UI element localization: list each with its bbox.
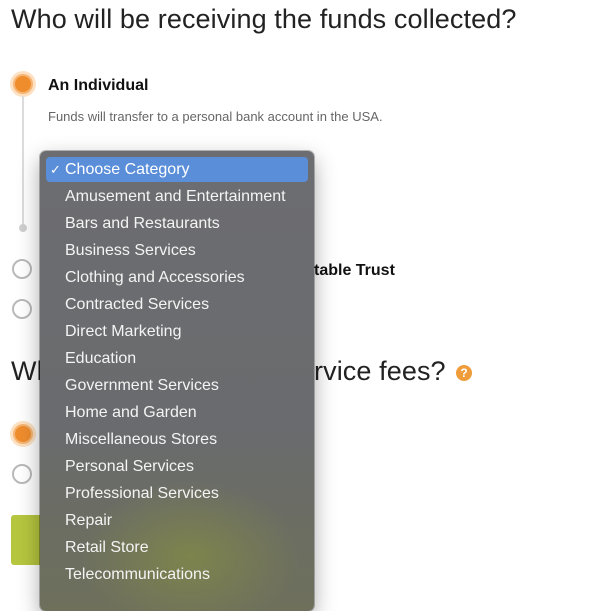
checkmark-icon: ✓ [50, 162, 61, 177]
dropdown-option[interactable]: Amusement and Entertainment [46, 184, 308, 209]
option-connector-line [22, 96, 24, 226]
option-individual-description: Funds will transfer to a personal bank a… [48, 109, 383, 124]
fees-heading-end: rvice fees? [314, 356, 446, 386]
funds-recipient-heading: Who will be receiving the funds collecte… [11, 4, 517, 34]
question-mark-icon[interactable]: ? [456, 365, 472, 381]
radio-fee-option-one[interactable] [13, 424, 33, 444]
radio-charitable-trust[interactable] [12, 259, 32, 279]
dropdown-option[interactable]: Bars and Restaurants [46, 211, 308, 236]
dropdown-option[interactable]: Telecommunications [46, 562, 308, 587]
option-charitable-trust-label: table Trust [314, 262, 395, 279]
dropdown-option[interactable]: Contracted Services [46, 292, 308, 317]
dropdown-option[interactable]: Repair [46, 508, 308, 533]
category-dropdown-menu[interactable]: ✓ Choose Category Amusement and Entertai… [40, 151, 314, 611]
dropdown-option[interactable]: Business Services [46, 238, 308, 263]
dropdown-option-choose-category[interactable]: ✓ Choose Category [46, 157, 308, 182]
dropdown-option[interactable]: Personal Services [46, 454, 308, 479]
dropdown-option[interactable]: Government Services [46, 373, 308, 398]
radio-option-three[interactable] [12, 299, 32, 319]
option-connector-dot [19, 224, 27, 232]
radio-individual[interactable] [13, 74, 33, 94]
dropdown-option[interactable]: Education [46, 346, 308, 371]
dropdown-option[interactable]: Retail Store [46, 535, 308, 560]
dropdown-option-label: Choose Category [65, 161, 190, 178]
dropdown-option[interactable]: Direct Marketing [46, 319, 308, 344]
dropdown-option[interactable]: Professional Services [46, 481, 308, 506]
radio-fee-option-two[interactable] [12, 464, 32, 484]
dropdown-option[interactable]: Home and Garden [46, 400, 308, 425]
dropdown-option[interactable]: Miscellaneous Stores [46, 427, 308, 452]
dropdown-option[interactable]: Clothing and Accessories [46, 265, 308, 290]
option-individual-label: An Individual [48, 77, 149, 94]
